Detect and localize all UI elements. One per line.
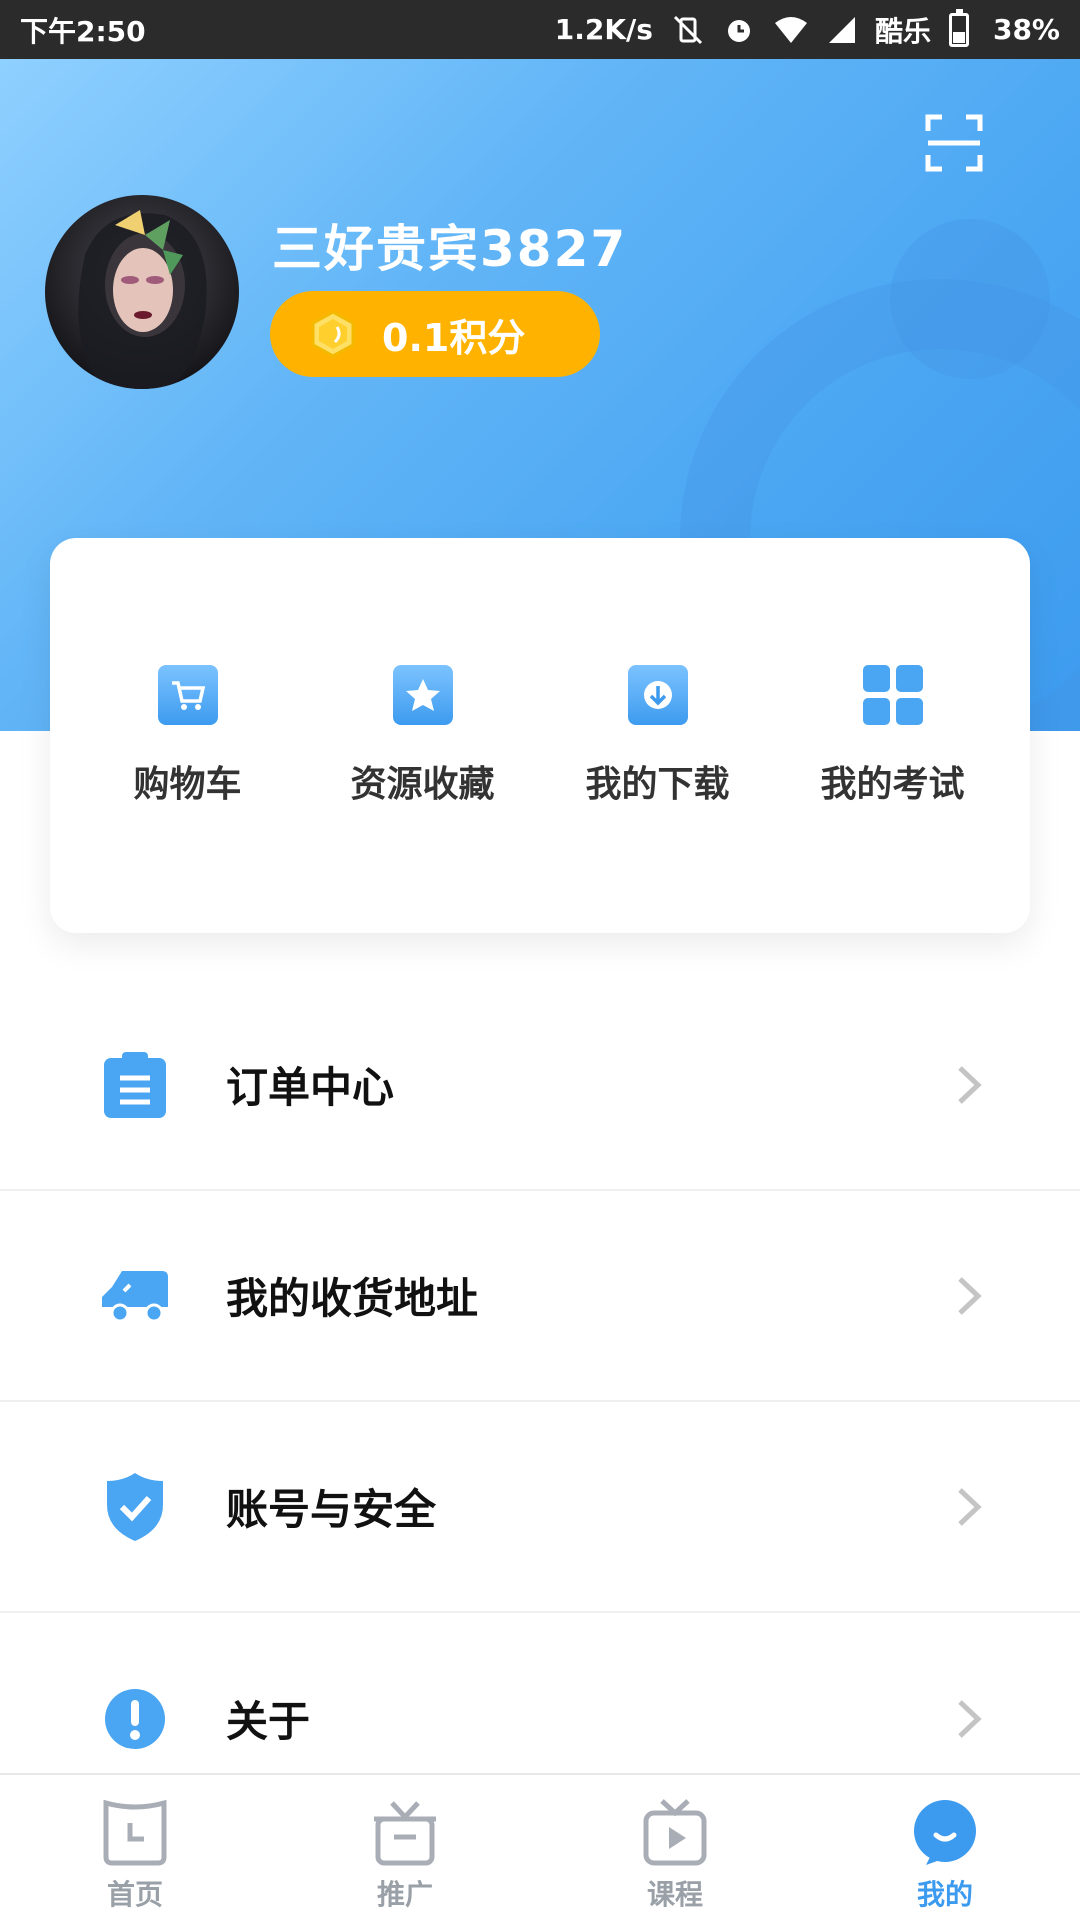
- signal-icon: [827, 15, 857, 45]
- nav-label: 我的: [916, 1878, 973, 1911]
- bottom-nav: 首页 推广 课程 我的: [0, 1773, 1080, 1920]
- battery-fill: [952, 31, 965, 43]
- nav-label: 推广: [376, 1878, 433, 1911]
- username[interactable]: 三好贵宾3827: [272, 209, 627, 281]
- net-speed: 1.2K/s: [554, 13, 653, 46]
- quick-actions-card: 购物车 资源收藏 我的下载 我的考试: [50, 538, 1030, 933]
- chevron-right-icon: [958, 1276, 982, 1315]
- menu-label: 关于: [226, 1697, 311, 1746]
- settings-menu: 订单中心 我的收货地址 账号与安全 关于: [0, 980, 1080, 1824]
- quick-action-cart[interactable]: 购物车: [78, 664, 298, 807]
- quick-action-label: 资源收藏: [350, 763, 495, 805]
- profile-icon: [914, 1800, 976, 1865]
- carrier-name: 酷乐: [874, 14, 931, 48]
- status-time: 下午2:50: [20, 14, 146, 48]
- cart-icon: [157, 664, 218, 725]
- quick-action-exams[interactable]: 我的考试: [783, 664, 1003, 807]
- nav-home[interactable]: 首页: [0, 1775, 270, 1920]
- tv-icon: [643, 1799, 707, 1866]
- menu-label: 账号与安全: [226, 1485, 437, 1534]
- nav-label: 课程: [646, 1878, 703, 1911]
- status-icons: 1.2K/s 酷乐 38%: [554, 8, 1060, 50]
- grid-icon: [862, 664, 923, 725]
- menu-item-security[interactable]: 账号与安全: [0, 1402, 1080, 1613]
- quick-action-label: 购物车: [133, 763, 242, 805]
- quick-action-favorites[interactable]: 资源收藏: [313, 664, 533, 807]
- chevron-right-icon: [958, 1065, 982, 1104]
- nav-courses[interactable]: 课程: [540, 1775, 810, 1920]
- truck-icon: [100, 1261, 170, 1331]
- header-decoration-dot: [890, 219, 1050, 379]
- shield-icon: [100, 1472, 170, 1542]
- home-icon: [103, 1799, 167, 1866]
- points-badge[interactable]: 0.1积分: [270, 291, 600, 377]
- menu-label: 我的收货地址: [226, 1274, 479, 1323]
- star-icon: [392, 664, 453, 725]
- status-bar: 下午2:50 1.2K/s 酷乐 38%: [0, 0, 1080, 59]
- menu-item-orders[interactable]: 订单中心: [0, 980, 1080, 1191]
- gift-icon: [374, 1801, 436, 1866]
- nav-profile[interactable]: 我的: [810, 1775, 1080, 1920]
- chevron-right-icon: [958, 1487, 982, 1526]
- info-icon: [100, 1684, 170, 1754]
- clipboard-icon: [100, 1050, 170, 1120]
- quick-action-label: 我的考试: [820, 763, 965, 805]
- points-text: 0.1积分: [382, 315, 526, 360]
- menu-item-address[interactable]: 我的收货地址: [0, 1191, 1080, 1402]
- menu-label: 订单中心: [226, 1063, 395, 1112]
- wifi-icon: [773, 15, 809, 45]
- nav-label: 首页: [106, 1878, 163, 1911]
- battery-icon: [948, 8, 969, 47]
- coin-icon: [311, 310, 355, 358]
- vibrate-off-icon: [671, 13, 705, 47]
- avatar[interactable]: [45, 195, 239, 389]
- battery-percent: 38%: [992, 13, 1060, 46]
- scan-icon: [925, 114, 983, 172]
- nav-promote[interactable]: 推广: [270, 1775, 540, 1920]
- alarm-icon: [723, 14, 755, 46]
- download-icon: [627, 664, 688, 725]
- scan-button[interactable]: [924, 113, 984, 173]
- quick-action-label: 我的下载: [585, 763, 730, 805]
- quick-action-downloads[interactable]: 我的下载: [548, 664, 768, 807]
- chevron-right-icon: [958, 1699, 982, 1738]
